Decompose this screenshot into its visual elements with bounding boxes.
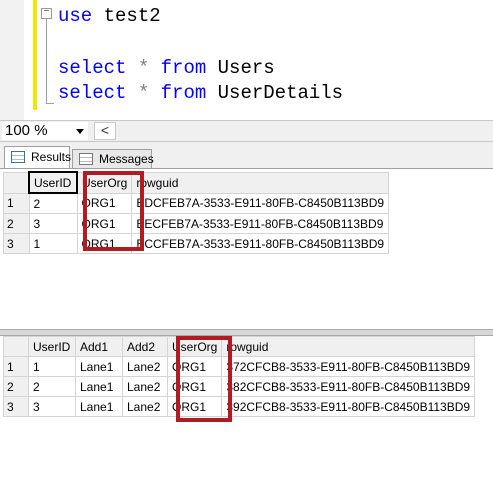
cell-add2[interactable]: Lane2 [122,356,168,377]
cell-userorg[interactable]: ORG1 [166,356,223,377]
table-row[interactable]: 1 1 Lane1 Lane2 ORG1 372CFCB8-3533-E911-… [3,356,476,377]
cell-userorg[interactable]: ORG1 [76,213,133,234]
cell-userorg[interactable]: ORG1 [76,192,133,214]
column-header-userid[interactable]: UserID [28,171,78,194]
cell-userid[interactable]: 3 [28,213,78,234]
grid-icon [11,151,25,163]
column-header-userid[interactable]: UserID [28,336,76,357]
cell-rowguid[interactable]: BDCFEB7A-3533-E911-80FB-C8450B113BD9 [131,192,390,214]
header-row: UserID Add1 Add2 UserOrg rowguid [3,336,476,357]
table-row[interactable]: 2 3 ORG1 BECFEB7A-3533-E911-80FB-C8450B1… [3,213,390,234]
tab-results[interactable]: Results [4,146,72,168]
code-line-3: select * from Users [58,57,275,79]
cell-add2[interactable]: Lane2 [122,396,168,417]
column-header-userorg[interactable]: UserOrg [76,171,133,194]
code-line-1: use test2 [58,5,161,27]
column-header-rowguid[interactable]: rowguid [131,171,390,194]
cell-userid[interactable]: 2 [28,192,78,214]
grid-corner[interactable] [3,336,29,357]
messages-icon [79,153,93,165]
editor-status-bar: 100 % < [0,120,493,142]
tab-messages[interactable]: Messages [72,149,154,168]
query-editor[interactable]: − use test2 select * from Users select *… [0,0,493,120]
cell-userid[interactable]: 1 [28,233,78,254]
cell-add2[interactable]: Lane2 [122,376,168,397]
cell-userid[interactable]: 3 [28,396,76,417]
table-row[interactable]: 2 2 Lane1 Lane2 ORG1 382CFCB8-3533-E911-… [3,376,476,397]
results-area: UserID UserOrg rowguid 1 2 ORG1 BDCFEB7A… [0,168,493,480]
editor-gutter [0,0,24,120]
column-header-add2[interactable]: Add2 [122,336,168,357]
column-header-add1[interactable]: Add1 [75,336,123,357]
row-number[interactable]: 1 [3,192,30,214]
chevron-down-icon[interactable] [76,129,84,134]
cell-rowguid[interactable]: BECFEB7A-3533-E911-80FB-C8450B113BD9 [131,213,390,234]
row-number[interactable]: 2 [3,213,30,234]
header-row: UserID UserOrg rowguid [3,171,390,194]
code-line-4: select * from UserDetails [58,82,344,104]
cell-rowguid[interactable]: 382CFCB8-3533-E911-80FB-C8450B113BD9 [221,376,476,397]
pane-splitter[interactable] [0,329,493,336]
results-tabbar: Results Messages [0,142,493,168]
result-grid-1[interactable]: UserID UserOrg rowguid 1 2 ORG1 BDCFEB7A… [3,171,493,329]
table-row[interactable]: 1 2 ORG1 BDCFEB7A-3533-E911-80FB-C8450B1… [3,192,390,214]
cell-userorg[interactable]: ORG1 [166,396,223,417]
cell-add1[interactable]: Lane1 [75,356,123,377]
cell-userid[interactable]: 1 [28,356,76,377]
column-header-rowguid[interactable]: rowguid [221,336,476,357]
grid-corner[interactable] [3,171,30,194]
fold-guide-end [46,103,54,104]
scroll-left-button[interactable]: < [94,122,116,140]
cell-userorg[interactable]: ORG1 [166,376,223,397]
results-table-users[interactable]: UserID UserOrg rowguid 1 2 ORG1 BDCFEB7A… [3,171,390,254]
results-table-userdetails[interactable]: UserID Add1 Add2 UserOrg rowguid 1 1 Lan… [3,336,476,417]
collapse-icon[interactable]: − [41,8,52,19]
cell-userorg[interactable]: ORG1 [76,233,133,254]
change-margin-indicator [33,0,37,110]
tab-messages-label: Messages [99,152,154,166]
cell-rowguid[interactable]: BCCFEB7A-3533-E911-80FB-C8450B113BD9 [131,233,390,254]
cell-add1[interactable]: Lane1 [75,396,123,417]
zoom-select[interactable]: 100 % [2,122,88,140]
cell-rowguid[interactable]: 372CFCB8-3533-E911-80FB-C8450B113BD9 [221,356,476,377]
result-grid-2[interactable]: UserID Add1 Add2 UserOrg rowguid 1 1 Lan… [3,336,493,480]
cell-rowguid[interactable]: 392CFCB8-3533-E911-80FB-C8450B113BD9 [221,396,476,417]
table-row[interactable]: 3 1 ORG1 BCCFEB7A-3533-E911-80FB-C8450B1… [3,233,390,254]
row-number[interactable]: 2 [3,376,29,397]
row-number[interactable]: 1 [3,356,29,377]
fold-guide [46,19,47,103]
row-number[interactable]: 3 [3,396,29,417]
tab-results-label: Results [31,150,72,164]
row-number[interactable]: 3 [3,233,30,254]
cell-userid[interactable]: 2 [28,376,76,397]
table-row[interactable]: 3 3 Lane1 Lane2 ORG1 392CFCB8-3533-E911-… [3,396,476,417]
column-header-userorg[interactable]: UserOrg [166,336,223,357]
cell-add1[interactable]: Lane1 [75,376,123,397]
